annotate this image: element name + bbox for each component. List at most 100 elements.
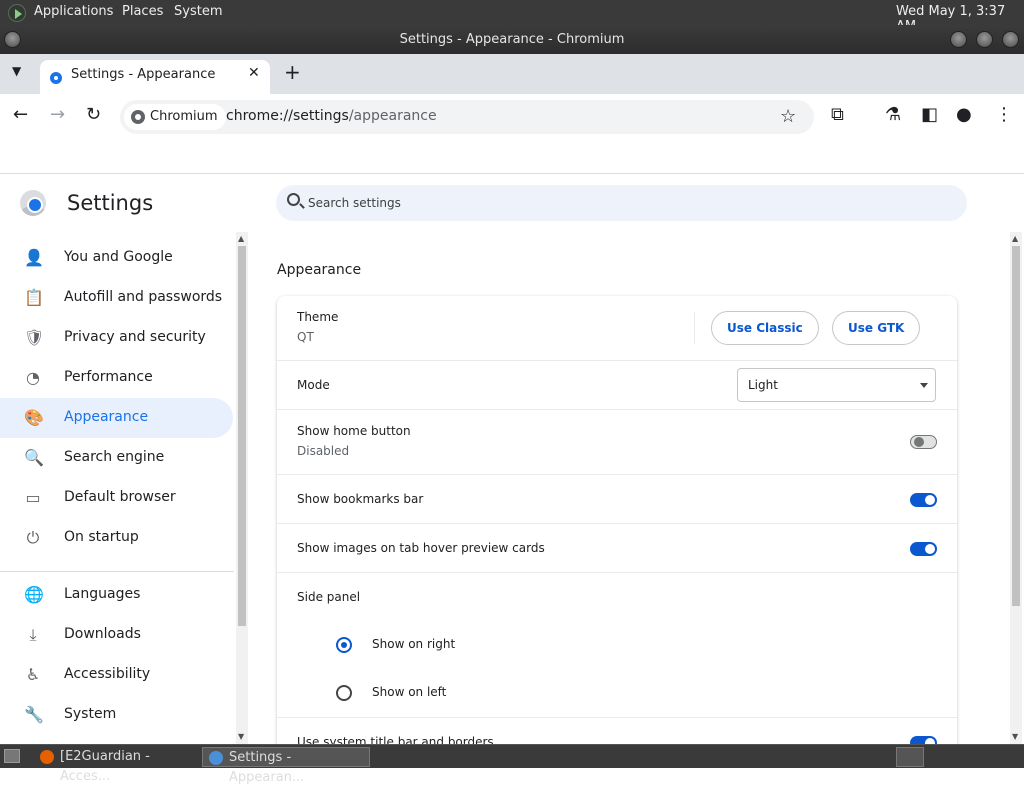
back-arrow-icon[interactable]: ←: [13, 104, 28, 125]
sidebar-item-on-startup[interactable]: ⏻ On startup: [0, 518, 233, 558]
window-menu-button[interactable]: [4, 31, 21, 48]
forward-arrow-icon[interactable]: →: [50, 104, 65, 125]
side-panel-icon[interactable]: ◧: [921, 104, 938, 125]
extensions-puzzle-icon[interactable]: ⧉: [831, 104, 844, 125]
scroll-up-arrow-icon[interactable]: ▲: [1012, 234, 1018, 243]
url-text[interactable]: chrome://settings/appearance: [226, 108, 437, 124]
system-top-panel: Applications Places System Wed May 1, 3:…: [0, 0, 1024, 34]
home-button-row[interactable]: Show home button Disabled: [277, 409, 957, 474]
theme-row: Theme QT Use Classic Use GTK: [277, 296, 957, 360]
side-panel-row: Side panel Show on right Show on left: [277, 572, 957, 717]
side-panel-left-label[interactable]: Show on left: [372, 685, 446, 699]
scroll-down-arrow-icon[interactable]: ▼: [1012, 732, 1018, 741]
main-scrollbar[interactable]: ▲ ▼: [1010, 232, 1022, 744]
tab-hover-images-toggle[interactable]: [910, 542, 937, 556]
maximize-button[interactable]: [976, 31, 993, 48]
site-info-chip[interactable]: Chromium: [124, 104, 226, 130]
address-bar[interactable]: Chromium chrome://settings/appearance ☆: [120, 100, 814, 134]
caret-down-icon: [920, 383, 928, 388]
reload-icon[interactable]: ↻: [86, 104, 101, 125]
tab-settings-appearance[interactable]: Settings - Appearance ✕: [40, 60, 270, 94]
sidebar-item-you-and-google[interactable]: 👤 You and Google: [0, 238, 233, 278]
mode-label: Mode: [297, 378, 330, 392]
labs-flask-icon[interactable]: ⚗: [885, 104, 901, 125]
system-title-bar-label: Use system title bar and borders: [297, 735, 494, 744]
main-scroll-thumb[interactable]: [1012, 246, 1020, 606]
tab-close-icon[interactable]: ✕: [248, 65, 260, 81]
settings-logo-icon: [20, 190, 46, 216]
use-classic-button[interactable]: Use Classic: [711, 311, 819, 345]
person-icon: 👤: [24, 248, 44, 267]
bookmarks-bar-label: Show bookmarks bar: [297, 492, 424, 506]
sidebar-item-autofill[interactable]: 📋 Autofill and passwords: [0, 278, 233, 318]
tab-search-button[interactable]: ▼: [12, 64, 21, 78]
side-panel-left-radio[interactable]: [336, 685, 352, 701]
sidebar-item-languages[interactable]: 🌐 Languages: [0, 575, 233, 615]
sidebar-item-label: Downloads: [64, 626, 141, 642]
appearance-card: Theme QT Use Classic Use GTK Mode Light …: [277, 296, 957, 744]
shield-icon: 🛡: [24, 328, 45, 347]
bookmarks-bar-row[interactable]: Show bookmarks bar: [277, 474, 957, 523]
toggle-knob: [925, 495, 935, 505]
sidebar-scrollbar[interactable]: ▲ ▼: [236, 232, 248, 744]
taskbar: [E2Guardian - Acces... Settings - Appear…: [0, 744, 1024, 785]
tray-chromium-icon[interactable]: [896, 747, 924, 767]
bookmark-star-icon[interactable]: ☆: [780, 106, 796, 127]
window-title-bar[interactable]: Settings - Appearance - Chromium: [0, 25, 1024, 54]
taskbar-item-chromium-settings[interactable]: Settings - Appearan...: [202, 747, 370, 785]
side-panel-right-radio[interactable]: [336, 637, 352, 653]
home-button-toggle[interactable]: [910, 435, 937, 449]
more-menu-icon[interactable]: ⋮: [995, 104, 1013, 125]
system-menu[interactable]: System: [174, 4, 222, 19]
power-icon: ⏻: [26, 528, 40, 547]
sidebar-item-accessibility[interactable]: ♿ Accessibility: [0, 655, 233, 695]
close-window-button[interactable]: [1002, 31, 1019, 48]
places-menu[interactable]: Places: [122, 4, 163, 19]
new-tab-button[interactable]: +: [284, 60, 301, 84]
tab-title: Settings - Appearance: [71, 67, 216, 82]
sidebar-item-default-browser[interactable]: ▭ Default browser: [0, 478, 233, 518]
url-host: chrome://settings: [226, 108, 349, 124]
url-path: /appearance: [348, 108, 437, 124]
show-desktop-icon[interactable]: [4, 749, 20, 763]
system-title-bar-toggle[interactable]: [910, 736, 937, 744]
browser-window-icon: ▭: [25, 488, 41, 507]
sidebar-item-label: You and Google: [64, 249, 173, 265]
system-title-bar-row[interactable]: Use system title bar and borders: [277, 717, 957, 744]
wrench-icon: 🔧: [24, 705, 44, 724]
sidebar-item-privacy[interactable]: 🛡 Privacy and security: [0, 318, 233, 358]
minimize-button[interactable]: [950, 31, 967, 48]
bookmarks-bar-toggle[interactable]: [910, 493, 937, 507]
scroll-down-arrow-icon[interactable]: ▼: [238, 732, 244, 741]
settings-sidebar: 👤 You and Google 📋 Autofill and passwords …: [0, 232, 234, 744]
sidebar-item-label: On startup: [64, 529, 139, 545]
sidebar-item-search-engine[interactable]: 🔍 Search engine: [0, 438, 233, 478]
sidebar-item-performance[interactable]: ◔ Performance: [0, 358, 233, 398]
sidebar-item-system[interactable]: 🔧 System: [0, 695, 233, 735]
applications-menu[interactable]: Applications: [34, 4, 113, 19]
scroll-up-arrow-icon[interactable]: ▲: [238, 234, 244, 243]
search-settings-box[interactable]: [276, 185, 967, 221]
search-settings-input[interactable]: [308, 185, 948, 221]
sidebar-divider: [0, 571, 234, 572]
side-panel-right-label[interactable]: Show on right: [372, 637, 455, 651]
clipboard-icon: 📋: [24, 288, 44, 307]
tab-hover-images-row[interactable]: Show images on tab hover preview cards: [277, 523, 957, 572]
sidebar-item-appearance[interactable]: 🎨 Appearance: [0, 398, 233, 438]
firefox-icon: [40, 750, 54, 764]
sidebar-item-downloads[interactable]: ⤓ Downloads: [0, 615, 233, 655]
settings-gear-icon: [50, 72, 62, 84]
globe-icon: 🌐: [24, 585, 44, 604]
use-gtk-button[interactable]: Use GTK: [832, 311, 921, 345]
profile-avatar-icon[interactable]: ●: [956, 104, 972, 125]
distro-logo-icon[interactable]: [8, 4, 26, 22]
download-icon: ⤓: [29, 625, 37, 644]
sidebar-item-label: Accessibility: [64, 666, 151, 682]
mode-select[interactable]: Light: [737, 368, 936, 402]
site-chip-label: Chromium: [150, 109, 218, 124]
section-title: Appearance: [277, 262, 362, 278]
chromium-icon: [131, 110, 145, 124]
sidebar-scroll-thumb[interactable]: [238, 246, 246, 626]
taskbar-item-e2guardian[interactable]: [E2Guardian - Acces...: [34, 747, 200, 784]
home-button-status: Disabled: [297, 444, 350, 458]
